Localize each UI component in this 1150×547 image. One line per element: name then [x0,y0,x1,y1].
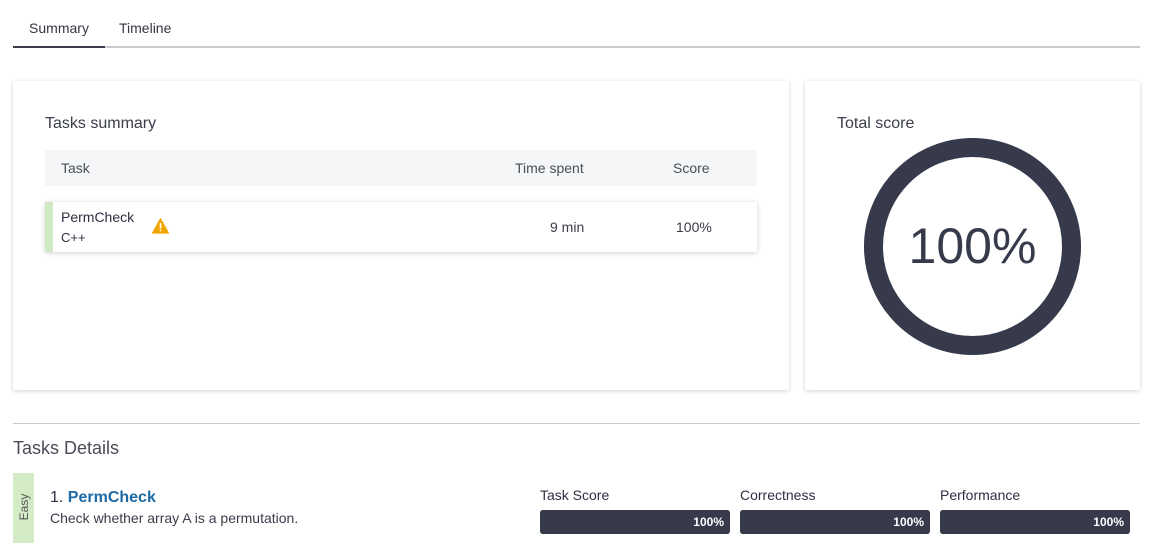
task-score: 100% [676,219,712,235]
column-header-task: Task [61,160,90,176]
total-score-card: Total score 100% [805,81,1140,390]
metric-value-performance: 100% [1093,515,1124,529]
tasks-summary-title: Tasks summary [45,115,157,132]
total-score-value: 100% [908,218,1037,274]
task-detail-description: Check whether array A is a permutation. [50,510,299,526]
total-score-title: Total score [837,115,915,132]
section-divider [13,423,1140,424]
task-name: PermCheck [61,209,135,225]
tasks-summary-card: Tasks summary Task Time spent Score Perm… [13,81,789,390]
metric-value-correctness: 100% [893,515,924,529]
metric-label-performance: Performance [940,487,1021,503]
task-language: C++ [61,230,86,245]
task-time-spent: 9 min [550,219,585,235]
task-detail-link[interactable]: PermCheck [68,489,156,506]
column-header-time-spent: Time spent [515,160,584,176]
metric-label-task-score: Task Score [540,487,610,503]
metric-bar-correctness: 100% [740,510,930,534]
task-detail-number: 1. [50,489,64,506]
metric-bar-performance: 100% [940,510,1130,534]
metric-bar-task-score: 100% [540,510,730,534]
warning-icon [152,218,169,234]
tab-bar: Summary Timeline [13,0,1140,48]
tasks-details-title: Tasks Details [13,438,120,458]
tab-timeline[interactable]: Timeline [119,0,189,48]
table-row[interactable]: PermCheck C++ 9 min 100% [45,202,757,252]
difficulty-label: Easy [17,493,31,521]
tab-summary[interactable]: Summary [13,0,105,48]
metric-label-correctness: Correctness [740,487,816,503]
tasks-table-header: Task Time spent Score [45,150,757,186]
metric-value-task-score: 100% [693,515,724,529]
difficulty-badge: Easy [13,473,34,543]
column-header-score: Score [673,160,710,176]
task-detail-heading: 1. PermCheck [50,489,156,507]
